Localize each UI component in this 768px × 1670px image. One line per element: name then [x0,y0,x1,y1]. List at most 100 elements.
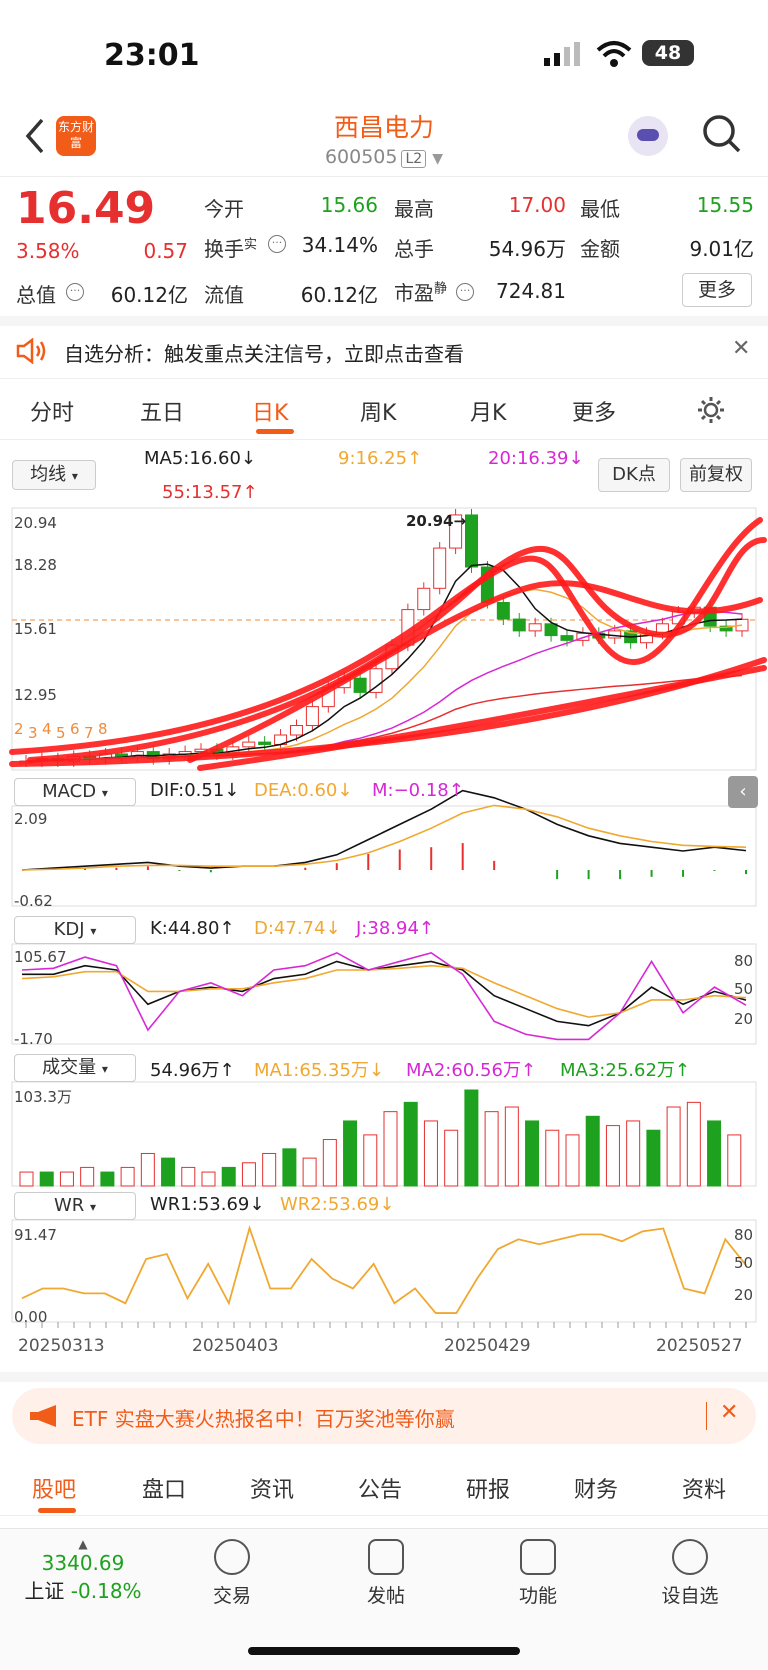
kdj-j: J:38.94↑ [356,918,434,939]
indicator-select-volume[interactable]: 成交量 ▾ [14,1054,136,1082]
volume-bar [504,1106,519,1187]
volume-bar [39,1171,54,1187]
volume-bar [140,1152,155,1187]
tab-research[interactable]: 研报 [466,1472,510,1504]
collapse-handle[interactable]: ‹ [728,776,758,808]
count-label: 2 [14,720,24,738]
candle [560,635,574,641]
candle [289,725,303,736]
volume-bar [423,1120,438,1187]
nav-trade[interactable]: 交易 [182,1539,282,1608]
nav-post[interactable]: 发帖 [336,1539,436,1608]
kline-chart-area[interactable]: 2345678 [0,0,768,1380]
macd-y-top: 2.09 [14,810,48,828]
wr-y-top: 91.47 [14,1226,57,1244]
candle [242,741,256,748]
candle [433,547,447,589]
kline-y-tick: 12.95 [14,686,57,704]
caret-up-icon: ▲ [78,1537,88,1551]
edit-icon [368,1539,404,1575]
volume-bar [605,1125,620,1187]
tab-news[interactable]: 资讯 [250,1472,294,1504]
volume-bar [626,1120,641,1187]
kdj-level: 50 [734,980,754,998]
volume-bar [525,1120,540,1187]
index-value: 3340.69 [41,1551,125,1575]
kline-y-tick: 20.94 [14,514,57,532]
wr-line [21,1224,747,1314]
volume-bar [241,1162,256,1187]
close-icon[interactable]: ✕ [720,1400,738,1425]
indicator-select-macd[interactable]: MACD ▾ [14,778,136,806]
count-label: 7 [84,724,94,742]
index-name: 上证 [24,1579,65,1603]
volume-bar [343,1120,358,1187]
banner-divider [706,1402,707,1430]
volume-bar [363,1134,378,1187]
index-ticker[interactable]: ▲ 3340.69 上证 -0.18% [18,1537,148,1604]
wr-y-bottom: 0.00 [14,1308,48,1326]
volume-readout: 54.96万↑ [150,1060,235,1081]
candle [512,618,526,632]
date-label: 20250313 [18,1336,105,1356]
macd-y-bottom: -0.62 [14,892,53,910]
tab-handicap[interactable]: 盘口 [142,1472,186,1504]
volume-bar [666,1106,681,1187]
volume-bar [120,1166,135,1187]
volume-bar [322,1139,337,1187]
volume-bar [686,1101,701,1187]
volume-bar [707,1120,722,1187]
nav-add-watchlist[interactable]: 设自选 [640,1539,740,1608]
volume-bar [302,1157,317,1187]
date-label: 20250429 [444,1336,531,1356]
indicator-select-wr[interactable]: WR ▾ [14,1192,136,1220]
kdj-y-bottom: -1.70 [14,1030,53,1048]
volume-ma2: MA2:60.56万↑ [406,1060,536,1081]
volume-bar [403,1101,418,1187]
kline-y-tick: 15.61 [14,620,57,638]
volume-bar [464,1089,479,1187]
date-label: 20250403 [192,1336,279,1356]
volume-bar [383,1111,398,1187]
panel-frame [11,805,757,907]
volume-bar [545,1129,560,1187]
candle [465,514,479,568]
volume-bar [565,1134,580,1187]
peak-label: 20.94→ [406,512,467,530]
wr2-readout: WR2:53.69↓ [280,1194,395,1215]
volume-bar [181,1166,196,1187]
tab-profile[interactable]: 资料 [682,1472,726,1504]
megaphone-icon [30,1405,56,1427]
candle [608,630,622,639]
tab-announcement[interactable]: 公告 [358,1472,402,1504]
annotation-stroke [197,665,767,771]
indicator-select-kdj[interactable]: KDJ ▾ [14,916,136,944]
more-dots-icon [672,1539,708,1575]
volume-bar [262,1152,277,1187]
candle [528,623,542,632]
nav-functions[interactable]: 功能 [488,1539,588,1608]
candle [305,706,319,727]
date-label: 20250527 [656,1336,743,1356]
candle [496,601,510,620]
wr-level: 80 [734,1226,754,1244]
tab-finance[interactable]: 财务 [574,1472,618,1504]
candle [544,623,558,637]
wr-level: 20 [734,1286,754,1304]
promo-banner[interactable]: ETF 实盘大赛火热报名中！百万奖池等你赢 ✕ [12,1388,756,1444]
kdj-line [21,964,747,1018]
count-label: 5 [56,724,66,742]
volume-bar [80,1166,95,1187]
wr-level: 50 [734,1254,754,1272]
volume-bar [444,1129,459,1187]
grid-icon [520,1539,556,1575]
volume-bar [646,1129,661,1187]
tab-guba[interactable]: 股吧 [32,1472,76,1504]
volume-bar [282,1148,297,1187]
bottom-nav: ▲ 3340.69 上证 -0.18% 交易 发帖 功能 设自选 [0,1528,768,1670]
yuan-icon [214,1539,250,1575]
count-label: 8 [98,720,108,738]
banner-text: ETF 实盘大赛火热报名中！百万奖池等你赢 [72,1407,455,1431]
count-label: 6 [70,720,80,738]
candle [353,677,367,693]
